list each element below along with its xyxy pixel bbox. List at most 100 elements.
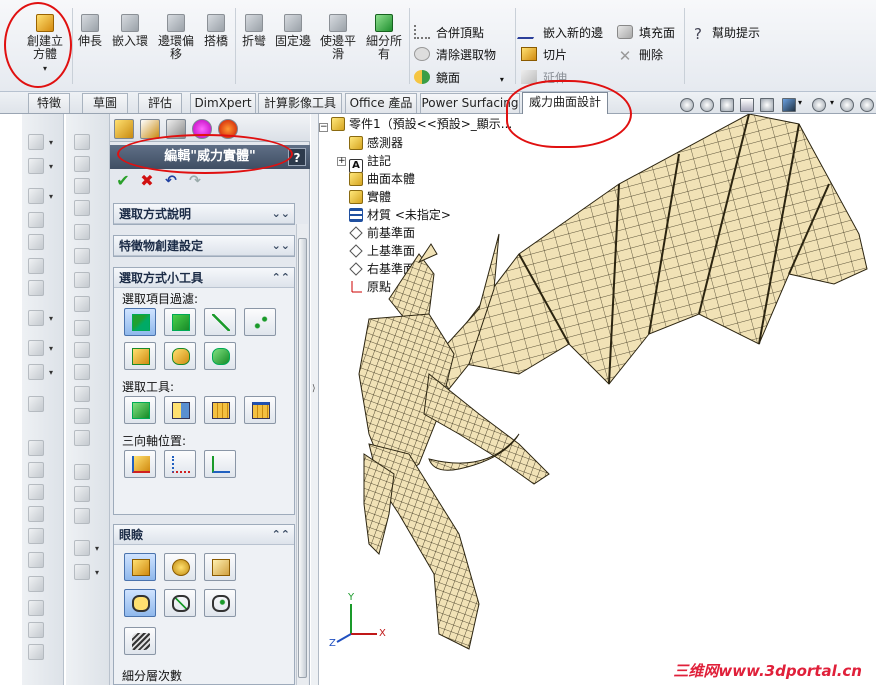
tab-office-products[interactable]: Office 產品 — [345, 93, 417, 113]
fold-button[interactable]: 折彎 — [238, 14, 270, 48]
tab-dimxpert[interactable]: DimXpert — [190, 93, 256, 113]
toolbar-icon[interactable] — [28, 364, 44, 380]
toolbar-icon[interactable] — [74, 386, 90, 402]
toolbar-icon[interactable] — [74, 464, 90, 480]
section-view-icon[interactable] — [740, 98, 754, 112]
display-glasses-3-button[interactable] — [204, 589, 236, 617]
toolbar-icon[interactable] — [28, 234, 44, 250]
view-orientation-icon[interactable] — [760, 98, 774, 112]
triad-position-3-button[interactable] — [204, 450, 236, 478]
filter-faces-button[interactable] — [164, 308, 196, 336]
edit-appearance-icon[interactable] — [840, 98, 854, 112]
dropdown-caret-icon[interactable]: ▾ — [49, 344, 53, 353]
toolbar-icon[interactable] — [74, 486, 90, 502]
toolbar-icon[interactable] — [28, 622, 44, 638]
toolbar-icon[interactable] — [28, 310, 44, 326]
extend-button[interactable]: 伸長 — [76, 14, 104, 48]
group-header[interactable]: 選取方式說明 ⌄⌄ — [114, 204, 294, 224]
toolbar-icon[interactable] — [28, 440, 44, 456]
redo-icon[interactable]: ↷ — [186, 172, 204, 190]
display-shaded-button[interactable] — [124, 553, 156, 581]
select-all-button[interactable] — [124, 396, 156, 424]
filter-vertices-button[interactable] — [124, 308, 156, 336]
toolbar-icon[interactable] — [28, 644, 44, 660]
group-feature-settings[interactable]: 特徵物創建設定 ⌄⌄ — [113, 235, 295, 257]
splitter-handle-icon[interactable]: ⟩ — [312, 384, 316, 394]
toolbar-icon[interactable] — [74, 320, 90, 336]
filter-body-green-button[interactable] — [204, 342, 236, 370]
toolbar-icon[interactable] — [28, 212, 44, 228]
subdivide-all-button[interactable]: 細分所有 — [362, 14, 406, 61]
help-tips-button[interactable]: ? 幫助提示 — [690, 25, 760, 42]
toolbar-icon[interactable] — [74, 540, 90, 556]
toolbar-icon[interactable] — [74, 178, 90, 194]
grow-selection-button[interactable] — [204, 396, 236, 424]
invert-selection-button[interactable] — [164, 396, 196, 424]
toolbar-icon[interactable] — [74, 342, 90, 358]
toolbar-icon[interactable] — [28, 552, 44, 568]
bridge-button[interactable]: 搭橋 — [200, 14, 232, 48]
dropdown-caret-icon[interactable]: ▾ — [830, 98, 834, 107]
embed-ring-button[interactable]: 嵌入環 — [110, 14, 150, 48]
mirror-button[interactable]: 鏡面 ▾ — [414, 70, 504, 86]
expand-chevron-icon[interactable]: ⌄⌄ — [272, 204, 290, 224]
toolbar-icon[interactable] — [74, 564, 90, 580]
zoom-to-fit-icon[interactable] — [680, 98, 694, 112]
dropdown-caret-icon[interactable]: ▾ — [49, 162, 53, 171]
dropdown-caret-icon[interactable]: ▾ — [49, 314, 53, 323]
toolbar-icon[interactable] — [28, 528, 44, 544]
ok-checkmark-icon[interactable]: ✔ — [114, 172, 132, 190]
toolbar-icon[interactable] — [74, 224, 90, 240]
group-selection-description[interactable]: 選取方式說明 ⌄⌄ — [113, 203, 295, 225]
toolbar-icon[interactable] — [28, 396, 44, 412]
display-mesh-button[interactable] — [124, 627, 156, 655]
property-manager-tab-icon[interactable] — [140, 119, 160, 139]
tab-features[interactable]: 特徵 — [28, 93, 70, 113]
toolbar-icon[interactable] — [28, 280, 44, 296]
loop-selection-button[interactable] — [244, 396, 276, 424]
triad-position-2-button[interactable] — [164, 450, 196, 478]
display-glasses-2-button[interactable] — [164, 589, 196, 617]
display-glasses-1-button[interactable] — [124, 589, 156, 617]
toolbar-icon[interactable] — [74, 430, 90, 446]
dropdown-caret-icon[interactable]: ▾ — [798, 98, 802, 107]
slice-button[interactable]: 切片 — [521, 47, 567, 63]
zoom-area-icon[interactable] — [700, 98, 714, 112]
toolbar-icon[interactable] — [28, 188, 44, 204]
toolbar-icon[interactable] — [74, 296, 90, 312]
display-wire-shaded-button[interactable] — [204, 553, 236, 581]
toolbar-icon[interactable] — [74, 200, 90, 216]
toolbar-icon[interactable] — [28, 600, 44, 616]
panel-splitter[interactable]: ⟩ — [311, 114, 319, 685]
toolbar-icon[interactable] — [28, 484, 44, 500]
toolbar-icon[interactable] — [28, 506, 44, 522]
toolbar-icon[interactable] — [28, 134, 44, 150]
group-header[interactable]: 眼瞼 ⌃⌃ — [114, 525, 294, 545]
expand-chevron-icon[interactable]: ⌄⌄ — [272, 236, 290, 256]
dropdown-caret-icon[interactable]: ▾ — [95, 568, 99, 577]
hide-show-items-icon[interactable] — [812, 98, 826, 112]
feature-manager-tab-icon[interactable] — [114, 119, 134, 139]
delete-button[interactable]: ✕ 刪除 — [617, 47, 663, 64]
toolbar-icon[interactable] — [74, 508, 90, 524]
merge-vertices-button[interactable]: 合併頂點 — [414, 25, 484, 41]
toolbar-icon[interactable] — [74, 134, 90, 150]
group-header[interactable]: 特徵物創建設定 ⌄⌄ — [114, 236, 294, 256]
tab-evaluate[interactable]: 評估 — [138, 93, 182, 113]
insert-new-edge-button[interactable]: 嵌入新的邊 — [516, 25, 603, 41]
triad-position-1-button[interactable] — [124, 450, 156, 478]
toolbar-icon[interactable] — [28, 340, 44, 356]
graphics-viewport[interactable]: − 零件1（預設<<預設>_顯示... 感測器 + A 註記 曲面本體 實體 材質 … — [319, 114, 876, 685]
tab-power-surfacing[interactable]: Power Surfacing — [420, 93, 520, 113]
toolbar-icon[interactable] — [74, 272, 90, 288]
collapse-chevron-icon[interactable]: ⌃⌃ — [272, 268, 290, 288]
toolbar-icon[interactable] — [74, 248, 90, 264]
toolbar-icon[interactable] — [28, 258, 44, 274]
dragon-model[interactable] — [319, 114, 876, 685]
dropdown-caret-icon[interactable]: ▾ — [49, 368, 53, 377]
fix-edge-button[interactable]: 固定邊 — [272, 14, 314, 48]
filter-edges-button[interactable] — [204, 308, 236, 336]
previous-view-icon[interactable] — [720, 98, 734, 112]
dropdown-caret-icon[interactable]: ▾ — [49, 138, 53, 147]
dropdown-caret-icon[interactable]: ▾ — [49, 192, 53, 201]
